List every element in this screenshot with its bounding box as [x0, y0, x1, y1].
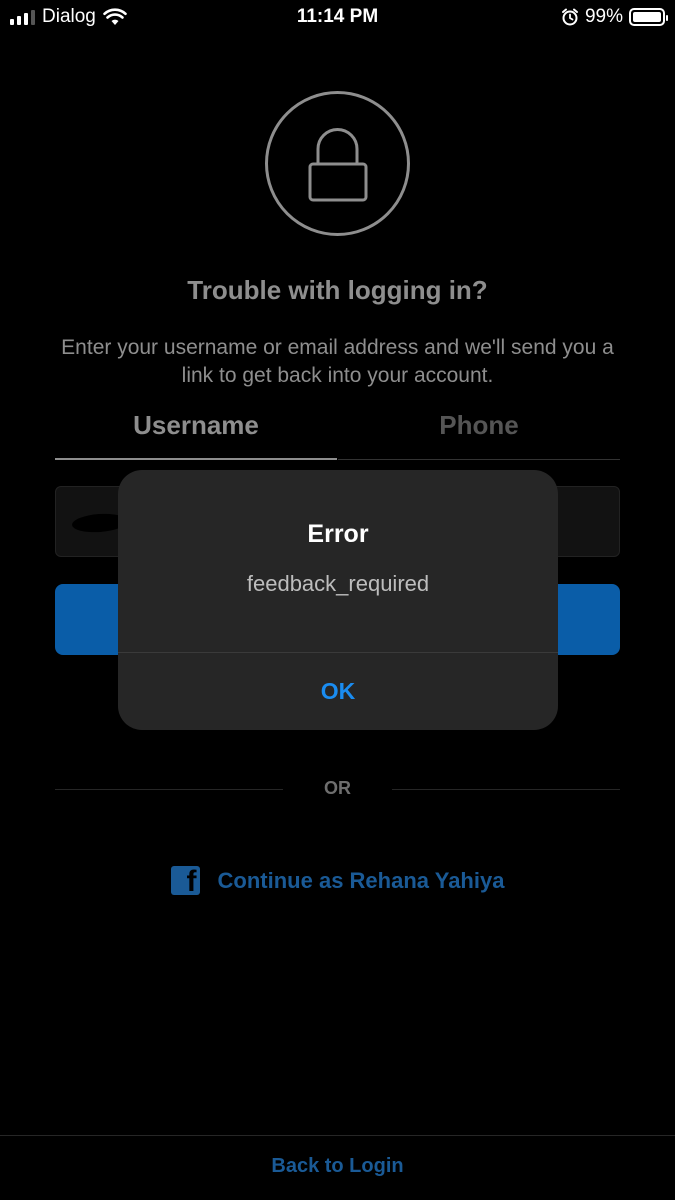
divider-right [392, 789, 620, 790]
footer-divider [0, 1135, 675, 1136]
lock-icon [308, 128, 368, 202]
alarm-icon [561, 8, 578, 26]
facebook-login-label: Continue as Rehana Yahiya [217, 867, 505, 893]
status-bar-right: 99% [561, 6, 668, 28]
battery-percent: 99% [584, 6, 623, 27]
tab-username[interactable]: Username [55, 405, 337, 460]
status-bar: Dialog 11:14 PM 99% [0, 0, 675, 36]
page-title: Trouble with logging in? [187, 275, 488, 305]
facebook-login-button[interactable]: f Continue as Rehana Yahiya [0, 865, 675, 898]
ok-button[interactable]: OK [118, 653, 558, 730]
recovery-tabs: Username Phone [55, 405, 620, 460]
lock-circle [265, 91, 410, 236]
back-to-login-link[interactable]: Back to Login [0, 1155, 675, 1178]
battery-level [633, 12, 661, 22]
dialog-title: Error [307, 520, 369, 548]
facebook-icon: f [170, 865, 200, 898]
dialog-message: feedback_required [246, 571, 430, 596]
page-description: Enter your username or email address and… [61, 336, 614, 387]
battery-icon [629, 8, 668, 26]
error-dialog: Error feedback_required OK [118, 470, 558, 730]
tab-phone[interactable]: Phone [338, 405, 620, 460]
